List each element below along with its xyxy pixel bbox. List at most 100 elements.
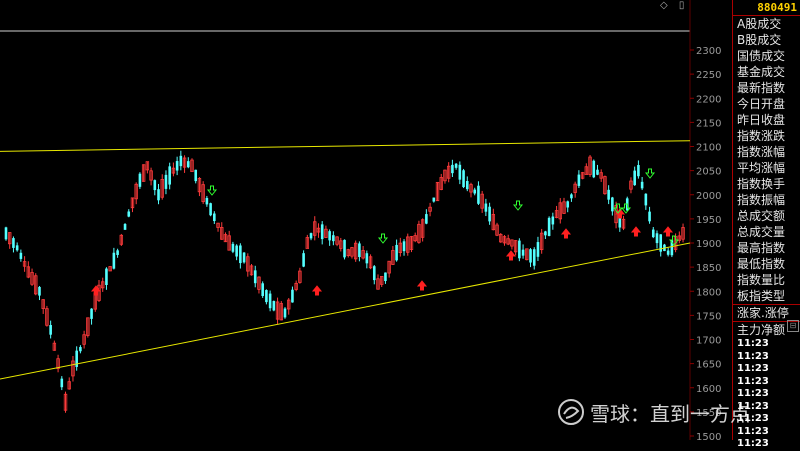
y-tick-label: 1750 bbox=[696, 311, 721, 322]
y-tick-label: 1800 bbox=[696, 287, 721, 298]
candle-down bbox=[105, 268, 108, 285]
y-tick-label: 1950 bbox=[696, 215, 721, 226]
candle-down bbox=[157, 189, 160, 201]
time-row: 11:23 bbox=[737, 363, 769, 374]
indicator-item[interactable]: 指数振幅 bbox=[733, 192, 800, 208]
candle-down bbox=[164, 174, 168, 189]
sell-arrow-icon bbox=[644, 168, 656, 179]
indicator-item[interactable]: 总成交额 bbox=[733, 208, 800, 224]
indicator-item[interactable]: A股成交 bbox=[733, 16, 800, 32]
candle-down bbox=[488, 206, 491, 222]
candle-down bbox=[648, 211, 651, 222]
candle-down bbox=[655, 233, 659, 244]
extra-indicator-item[interactable]: 涨家.涨停 bbox=[733, 304, 800, 321]
time-row: 11:23 bbox=[737, 350, 769, 362]
candle-down bbox=[473, 189, 477, 194]
candle-down bbox=[384, 272, 387, 282]
candle-down bbox=[484, 203, 488, 212]
indicator-item[interactable]: 板指类型 bbox=[733, 288, 800, 304]
candle-down bbox=[90, 308, 93, 319]
indicator-item[interactable]: 基金成交 bbox=[733, 64, 800, 80]
candle-down bbox=[536, 242, 540, 257]
candle-down bbox=[666, 250, 670, 255]
candle-down bbox=[175, 161, 179, 171]
y-tick-label: 1850 bbox=[696, 263, 721, 274]
candle-down bbox=[596, 169, 599, 175]
candle-down bbox=[532, 249, 536, 266]
candle-down bbox=[138, 173, 142, 187]
candle-down bbox=[209, 203, 212, 216]
candle-down bbox=[265, 290, 268, 303]
expand-icon[interactable]: ⊟ bbox=[787, 320, 799, 332]
indicator-item[interactable]: 国债成交 bbox=[733, 48, 800, 64]
candle-down bbox=[607, 189, 610, 200]
indicator-menu: A股成交 B股成交 国债成交 基金成交 最新指数 今日开盘 昨日收盘 指数涨跌 指数涨幅 平均涨幅… bbox=[733, 16, 800, 338]
candle-down bbox=[358, 243, 361, 258]
candle-down bbox=[253, 270, 257, 284]
candle-down bbox=[38, 286, 41, 296]
candle-down bbox=[633, 170, 636, 186]
candle-down bbox=[454, 163, 458, 168]
indicator-item[interactable]: 指数换手 bbox=[733, 176, 800, 192]
candle-down bbox=[365, 253, 369, 264]
candle-down bbox=[235, 245, 238, 257]
candle-down bbox=[395, 244, 398, 261]
candle-down bbox=[328, 231, 331, 241]
sell-arrow-icon bbox=[206, 185, 218, 196]
indicator-item[interactable]: 最高指数 bbox=[733, 240, 800, 256]
candle-down bbox=[462, 170, 465, 188]
candle-down bbox=[544, 231, 547, 236]
indicator-item[interactable]: 今日开盘 bbox=[733, 96, 800, 112]
candle-down bbox=[592, 160, 596, 178]
candle-down bbox=[332, 235, 335, 242]
indicator-item[interactable]: 指数涨跌 bbox=[733, 128, 800, 144]
candle-down bbox=[425, 214, 428, 224]
window-icon[interactable]: ▯ bbox=[679, 0, 685, 11]
candle-down bbox=[205, 197, 209, 205]
candle-down bbox=[60, 378, 64, 388]
candle-down bbox=[194, 169, 198, 182]
indicator-item[interactable]: B股成交 bbox=[733, 32, 800, 48]
candle-down bbox=[179, 155, 183, 167]
kline-chart[interactable]: 1500155016001650170017501800185019001950… bbox=[0, 0, 732, 440]
time-list: 11:23 11:23 11:23 11:23 11:23 11:23 11:23 11:23… bbox=[733, 338, 800, 451]
indicator-item[interactable]: 昨日收盘 bbox=[733, 112, 800, 128]
indicator-item[interactable]: 平均涨幅 bbox=[733, 160, 800, 176]
y-tick-label: 1600 bbox=[696, 384, 721, 395]
indicator-item[interactable]: 最新指数 bbox=[733, 80, 800, 96]
y-tick-label: 2150 bbox=[696, 118, 721, 129]
candle-down bbox=[127, 211, 131, 217]
candle-down bbox=[12, 238, 15, 248]
candle-down bbox=[651, 229, 655, 238]
indicator-item[interactable]: 最低指数 bbox=[733, 256, 800, 272]
candle-down bbox=[291, 289, 294, 303]
candle-down bbox=[153, 180, 157, 191]
candle-down bbox=[272, 301, 276, 311]
indicator-item[interactable]: 指数涨幅 bbox=[733, 144, 800, 160]
candle-down bbox=[302, 253, 305, 267]
index-code: 880491 bbox=[733, 0, 800, 16]
indicator-item[interactable]: 总成交量 bbox=[733, 224, 800, 240]
time-row: 11:23 bbox=[737, 338, 769, 349]
candle-down bbox=[242, 252, 246, 263]
diamond-icon[interactable]: ◇ bbox=[660, 0, 668, 11]
candle-down bbox=[213, 213, 216, 222]
watermark-text: 雪球：直到一方点 bbox=[590, 402, 750, 426]
buy-arrow-icon bbox=[416, 280, 428, 291]
buy-arrow-icon bbox=[662, 226, 674, 237]
candle-down bbox=[518, 240, 521, 259]
candle-down bbox=[570, 194, 573, 199]
candle-down bbox=[186, 161, 190, 168]
y-tick-label: 2300 bbox=[696, 46, 721, 57]
indicator-item[interactable]: 指数量比 bbox=[733, 272, 800, 288]
y-tick-label: 2000 bbox=[696, 191, 721, 202]
y-tick-label: 2100 bbox=[696, 143, 721, 154]
candle-down bbox=[15, 245, 19, 251]
buy-arrow-icon bbox=[630, 226, 642, 237]
candle-down bbox=[309, 233, 313, 239]
time-row: 11:23 bbox=[737, 375, 769, 387]
time-row: 11:23 bbox=[737, 425, 769, 437]
buy-arrow-icon bbox=[560, 228, 572, 239]
candle-down bbox=[19, 252, 23, 259]
y-tick-label: 2250 bbox=[696, 70, 721, 81]
